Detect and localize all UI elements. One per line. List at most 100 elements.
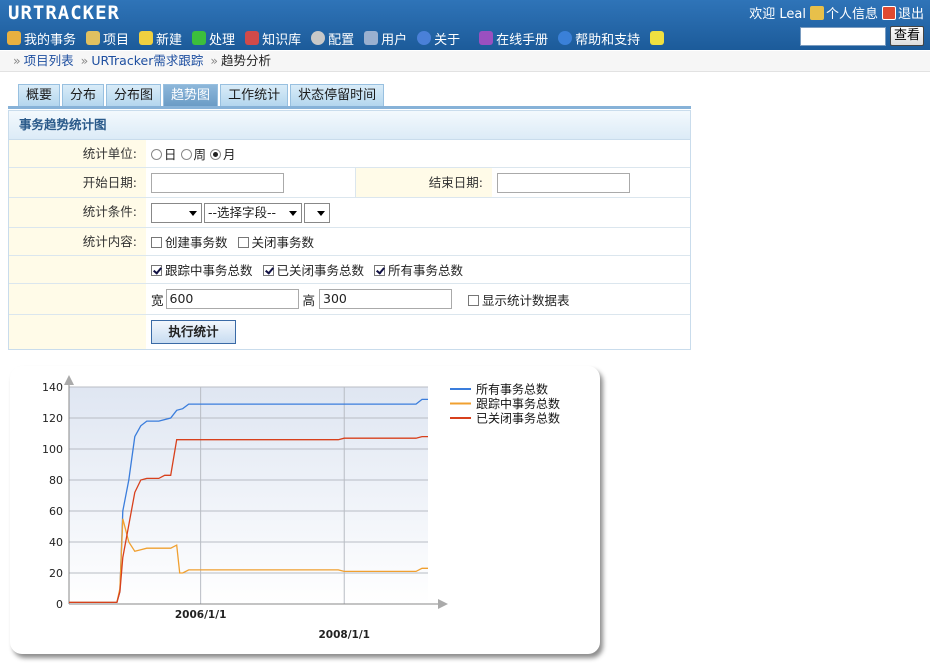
y-tick-label: 140 xyxy=(42,381,63,394)
unit-week-radio[interactable]: 周 xyxy=(180,144,207,163)
x-tick-label: 2006/1/1 xyxy=(175,609,227,621)
tab-status-duration[interactable]: 状态停留时间 xyxy=(290,84,385,106)
condition-field-select[interactable]: --选择字段-- xyxy=(204,202,302,223)
menu-item-6[interactable]: 用户 xyxy=(364,29,407,48)
breadcrumb-project-list[interactable]: 项目列表 xyxy=(24,53,74,68)
logout-label: 退出 xyxy=(897,7,924,22)
content-label: 统计内容: xyxy=(9,228,146,255)
breadcrumb-separator: » xyxy=(80,53,89,68)
manual-icon xyxy=(479,31,494,45)
condition-operator-select[interactable] xyxy=(304,202,330,223)
y-axis-arrow xyxy=(64,375,74,385)
closed-total-checkbox[interactable]: 已关闭事务总数 xyxy=(262,260,365,279)
y-tick-label: 20 xyxy=(49,567,63,580)
tab-trend-chart[interactable]: 趋势图 xyxy=(163,84,219,106)
y-tick-label: 100 xyxy=(42,443,63,456)
tab-summary[interactable]: 概要 xyxy=(18,84,61,106)
menu-item-5[interactable]: 配置 xyxy=(311,29,354,48)
menu-item-label: 配置 xyxy=(328,32,355,48)
breadcrumb-current: 趋势分析 xyxy=(220,53,271,68)
row-submit: 执行统计 xyxy=(9,315,690,349)
unit-month-label: 月 xyxy=(223,147,236,162)
run-statistics-button[interactable]: 执行统计 xyxy=(151,320,236,344)
submit-label-spacer xyxy=(9,315,146,349)
checkbox-box xyxy=(151,265,162,276)
logout-icon xyxy=(881,6,896,20)
width-input[interactable]: 600 xyxy=(165,289,299,309)
tab-underline xyxy=(8,106,691,109)
end-date-input[interactable] xyxy=(497,172,630,193)
greeting: 欢迎 Leal xyxy=(749,7,806,22)
tracking-total-checkbox[interactable]: 跟踪中事务总数 xyxy=(151,260,253,279)
menu-item-3[interactable]: 处理 xyxy=(192,29,235,48)
top-header: URTRACKER 欢迎 Leal 个人信息 退出 我的事务 项目 新建 处理 知识库 配… xyxy=(0,0,930,50)
tab-strip: 概要 分布 分布图 趋势图 工作统计 状态停留时间 xyxy=(18,84,385,106)
tab-work-stats[interactable]: 工作统计 xyxy=(220,84,289,106)
checkbox-label: 已关闭事务总数 xyxy=(276,263,365,278)
menu-item-1[interactable]: 项目 xyxy=(86,29,129,48)
chevron-down-icon xyxy=(189,210,197,216)
all-total-checkbox[interactable]: 所有事务总数 xyxy=(374,260,463,279)
submit-cell: 执行统计 xyxy=(146,315,690,349)
checkbox-box xyxy=(151,237,162,248)
x-tick-label: 2008/1/1 xyxy=(318,629,370,641)
users-icon xyxy=(364,31,379,45)
tab-distribution[interactable]: 分布 xyxy=(62,84,105,106)
show-table-checkbox[interactable]: 显示统计数据表 xyxy=(468,290,570,309)
height-label: 高 xyxy=(302,292,316,308)
search-button[interactable]: 查看 xyxy=(890,26,924,46)
checkbox-label: 创建事务数 xyxy=(165,235,228,250)
checkbox-label: 跟踪中事务总数 xyxy=(165,263,253,278)
checkbox-box xyxy=(237,237,249,248)
row-content-1: 统计内容: 创建事务数 关闭事务数 xyxy=(9,228,690,256)
checkbox-box xyxy=(374,265,386,276)
y-tick-label: 0 xyxy=(56,598,63,611)
condition-logic-select[interactable] xyxy=(151,202,202,223)
menu-item-label: 帮助和支持 xyxy=(575,32,641,48)
unit-options: 日 周 月 xyxy=(146,140,690,167)
menu-item-9[interactable]: 帮助和支持 xyxy=(558,29,640,48)
checkbox-box xyxy=(468,294,480,306)
menu-item-label: 项目 xyxy=(103,32,130,48)
menu-item-label: 在线手册 xyxy=(496,32,549,48)
start-date-input[interactable] xyxy=(151,172,284,193)
menu-item-2[interactable]: 新建 xyxy=(139,29,182,48)
menu-item-10[interactable] xyxy=(650,31,667,45)
unit-month-radio[interactable]: 月 xyxy=(210,144,236,163)
books-icon xyxy=(245,31,260,45)
end-date-label: 结束日期: xyxy=(356,168,492,197)
main-menu: 我的事务 项目 新建 处理 知识库 配置 用户 关于 在线手册 帮助和支持 xyxy=(0,26,930,50)
legend-label: 跟踪中事务总数 xyxy=(476,396,560,411)
size-controls: 宽 600 高 300 显示统计数据表 xyxy=(146,284,690,314)
search-input[interactable] xyxy=(800,27,886,46)
legend-label: 已关闭事务总数 xyxy=(476,411,560,426)
menu-item-label: 我的事务 xyxy=(24,32,77,48)
breadcrumb-project[interactable]: URTracker需求跟踪 xyxy=(91,53,203,68)
unit-week-label: 周 xyxy=(193,147,207,162)
home-icon xyxy=(7,31,21,45)
menu-item-4[interactable]: 知识库 xyxy=(245,29,301,48)
profile-label: 个人信息 xyxy=(825,7,878,22)
menu-item-label: 知识库 xyxy=(262,32,302,48)
y-tick-label: 80 xyxy=(49,474,63,487)
menu-item-7[interactable]: 关于 xyxy=(417,29,460,48)
unit-day-radio[interactable]: 日 xyxy=(151,144,177,163)
closed-count-checkbox[interactable]: 关闭事务数 xyxy=(237,232,314,251)
form-title: 事务趋势统计图 xyxy=(9,111,690,140)
new-icon xyxy=(139,31,154,45)
content-checks-1: 创建事务数 关闭事务数 xyxy=(146,228,690,255)
user-links: 欢迎 Leal 个人信息 退出 xyxy=(749,3,924,22)
chart-panel: 0 20 40 60 80 100 120 140 2006/1/1 2008/1/1 所有事务总数… xyxy=(10,366,600,654)
created-count-checkbox[interactable]: 创建事务数 xyxy=(151,232,228,251)
menu-item-8[interactable]: 在线手册 xyxy=(479,29,548,48)
logout-link[interactable]: 退出 xyxy=(881,3,924,22)
info-icon xyxy=(417,31,432,45)
row-size: 宽 600 高 300 显示统计数据表 xyxy=(9,284,690,315)
chevron-down-icon xyxy=(289,210,297,216)
end-date-cell xyxy=(492,168,690,197)
height-input[interactable]: 300 xyxy=(319,289,453,309)
content-label-spacer xyxy=(9,256,146,283)
tab-distribution-chart[interactable]: 分布图 xyxy=(106,84,162,106)
menu-item-0[interactable]: 我的事务 xyxy=(7,29,76,48)
profile-link[interactable]: 个人信息 xyxy=(809,3,878,22)
